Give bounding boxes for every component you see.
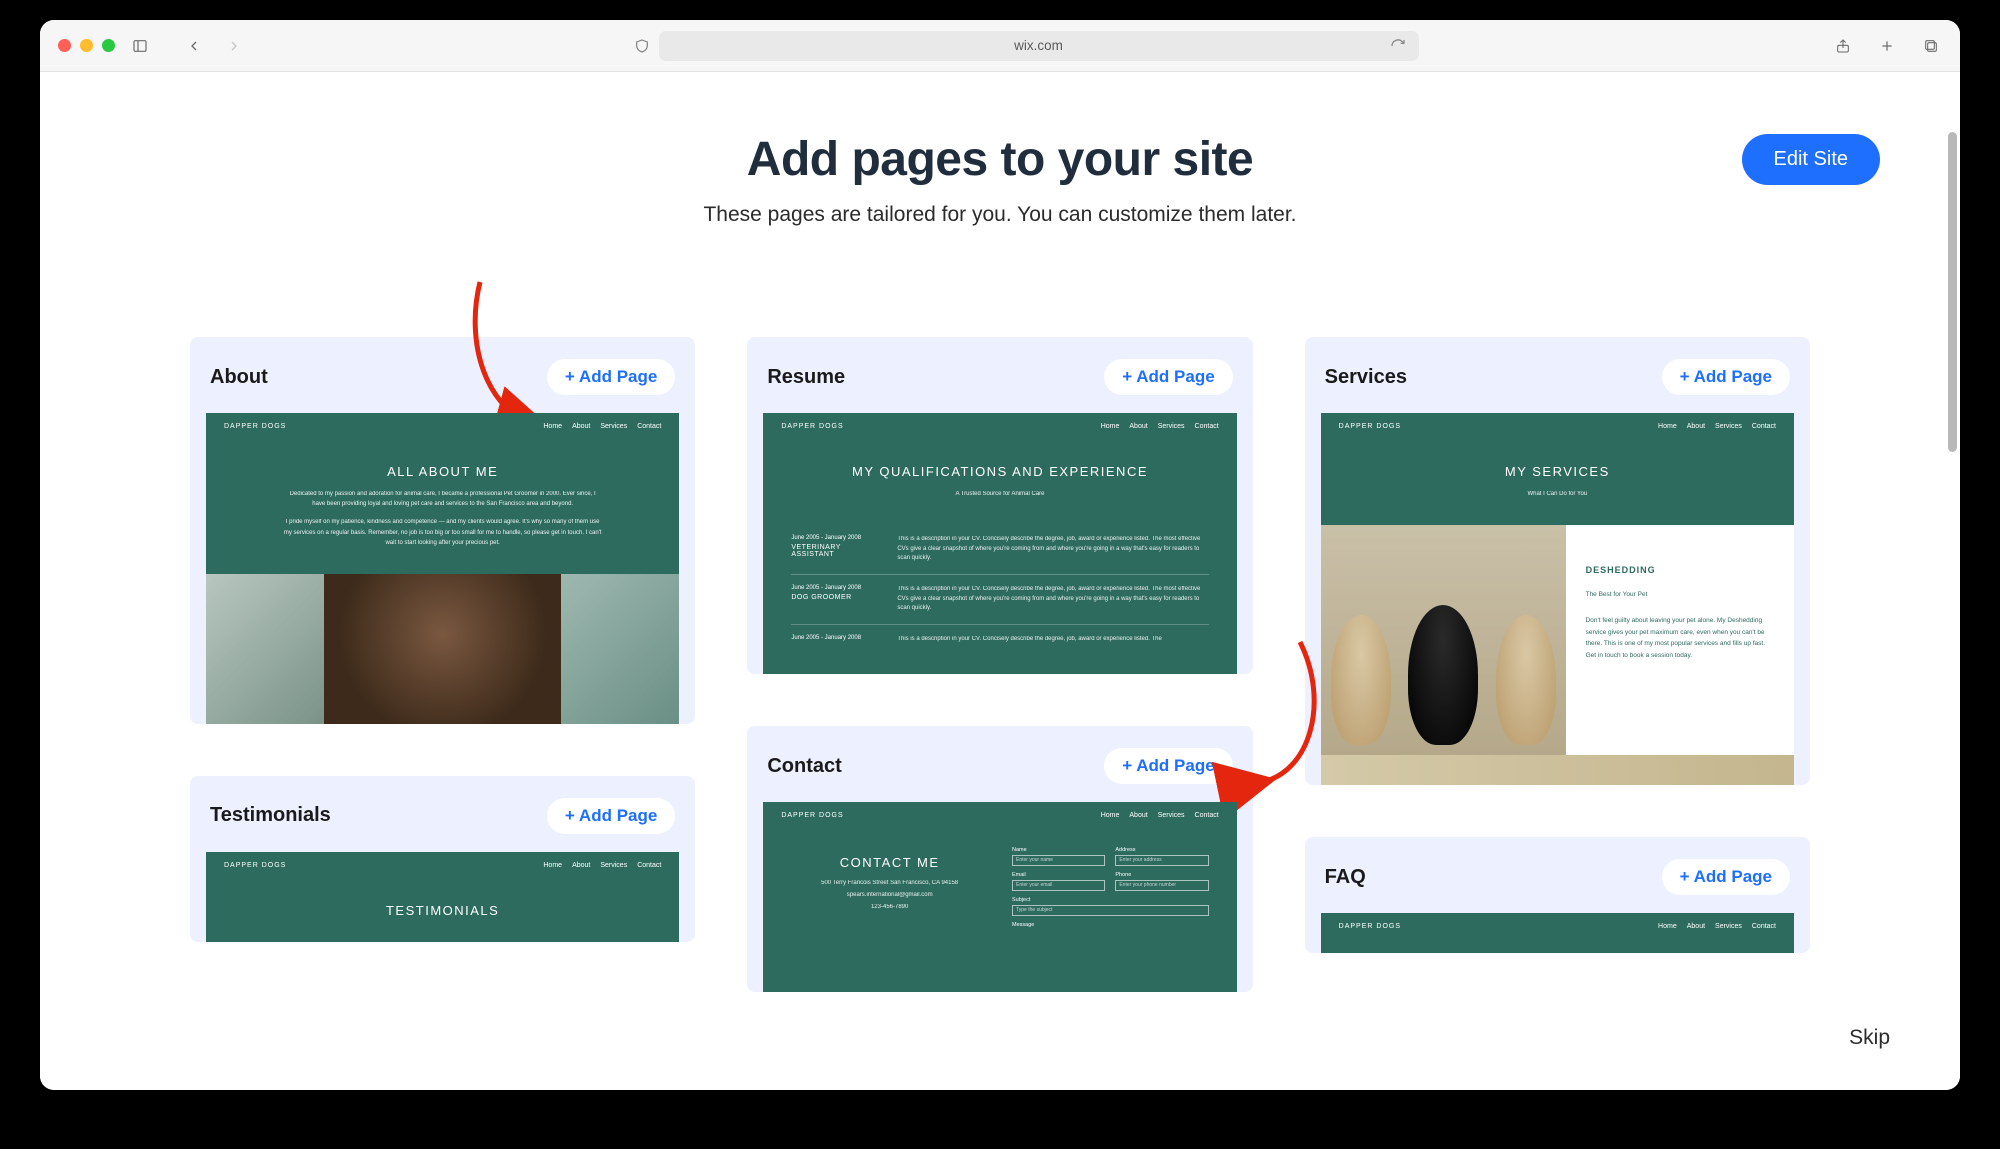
add-page-button[interactable]: + Add Page bbox=[1662, 359, 1790, 395]
preview-contact[interactable]: DAPPER DOGSHomeAboutServicesContact CONT… bbox=[763, 802, 1236, 992]
preview-services[interactable]: DAPPER DOGSHomeAboutServicesContact MY S… bbox=[1321, 413, 1794, 785]
card-title: Contact bbox=[767, 755, 841, 778]
tabs-overview-icon[interactable] bbox=[1920, 35, 1942, 57]
traffic-lights bbox=[58, 39, 115, 52]
share-icon[interactable] bbox=[1832, 35, 1854, 57]
maximize-window-button[interactable] bbox=[102, 39, 115, 52]
add-page-button[interactable]: + Add Page bbox=[547, 359, 675, 395]
card-title: Resume bbox=[767, 366, 845, 389]
page-card-faq: FAQ + Add Page DAPPER DOGSHomeAboutServi… bbox=[1305, 837, 1810, 953]
browser-window: wix.com Edit Site Add pages to your site… bbox=[40, 20, 1960, 1090]
page-subtitle: These pages are tailored for you. You ca… bbox=[40, 203, 1960, 227]
sidebar-toggle-icon[interactable] bbox=[129, 35, 151, 57]
add-page-button[interactable]: + Add Page bbox=[1104, 748, 1232, 784]
page-title: Add pages to your site bbox=[40, 132, 1960, 187]
privacy-shield-icon[interactable] bbox=[631, 35, 653, 57]
preview-testimonials[interactable]: DAPPER DOGSHomeAboutServicesContact TEST… bbox=[206, 852, 679, 942]
preview-resume[interactable]: DAPPER DOGSHomeAboutServicesContact MY Q… bbox=[763, 413, 1236, 674]
reload-icon[interactable] bbox=[1387, 35, 1409, 57]
page-card-resume: Resume + Add Page DAPPER DOGSHomeAboutSe… bbox=[747, 337, 1252, 674]
scrollbar[interactable] bbox=[1948, 132, 1957, 452]
preview-image-row bbox=[206, 574, 679, 724]
preview-faq[interactable]: DAPPER DOGSHomeAboutServicesContact bbox=[1321, 913, 1794, 953]
close-window-button[interactable] bbox=[58, 39, 71, 52]
new-tab-icon[interactable] bbox=[1876, 35, 1898, 57]
browser-toolbar: wix.com bbox=[40, 20, 1960, 72]
card-title: About bbox=[210, 366, 268, 389]
add-page-button[interactable]: + Add Page bbox=[547, 798, 675, 834]
page-card-about: About + Add Page DAPPER DOGSHomeAboutSer… bbox=[190, 337, 695, 724]
page-card-testimonials: Testimonials + Add Page DAPPER DOGSHomeA… bbox=[190, 776, 695, 942]
page-content: Edit Site Add pages to your site These p… bbox=[40, 72, 1960, 1090]
address-bar[interactable]: wix.com bbox=[659, 31, 1419, 61]
minimize-window-button[interactable] bbox=[80, 39, 93, 52]
add-page-button[interactable]: + Add Page bbox=[1662, 859, 1790, 895]
card-title: Services bbox=[1325, 366, 1407, 389]
preview-dogs-image bbox=[1321, 525, 1566, 755]
add-page-button[interactable]: + Add Page bbox=[1104, 359, 1232, 395]
card-title: Testimonials bbox=[210, 804, 331, 827]
skip-button[interactable]: Skip bbox=[1849, 1026, 1890, 1050]
card-title: FAQ bbox=[1325, 866, 1366, 889]
page-card-services: Services + Add Page DAPPER DOGSHomeAbout… bbox=[1305, 337, 1810, 785]
edit-site-button[interactable]: Edit Site bbox=[1742, 134, 1880, 185]
preview-about[interactable]: DAPPER DOGSHomeAboutServicesContact ALL … bbox=[206, 413, 679, 724]
url-text: wix.com bbox=[1014, 38, 1063, 53]
page-card-contact: Contact + Add Page DAPPER DOGSHomeAboutS… bbox=[747, 726, 1252, 992]
forward-button[interactable] bbox=[223, 35, 245, 57]
back-button[interactable] bbox=[183, 35, 205, 57]
